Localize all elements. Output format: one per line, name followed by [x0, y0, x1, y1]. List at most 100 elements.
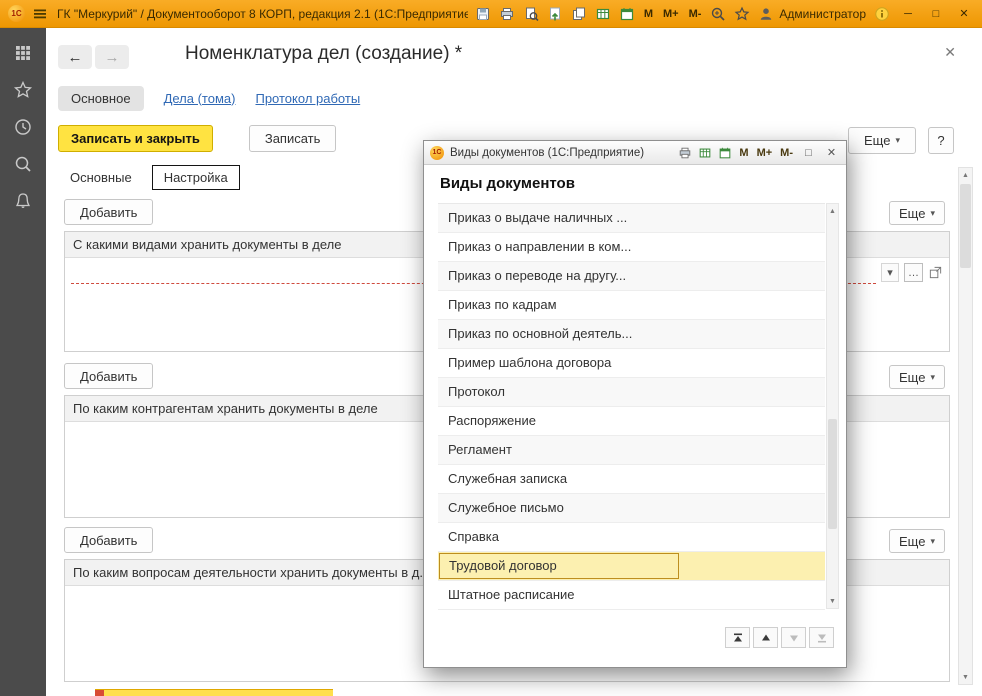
maximize-button[interactable]: □ — [926, 8, 946, 20]
more-button-section-3[interactable]: Еще ▾ — [889, 529, 945, 553]
minimize-button[interactable]: ─ — [898, 8, 918, 20]
scrollbar-thumb[interactable] — [960, 184, 971, 268]
main-menu-icon[interactable] — [32, 6, 48, 22]
list-item[interactable]: Служебное письмо — [438, 494, 825, 523]
list-item[interactable]: Приказ по основной деятель... — [438, 320, 825, 349]
memory-m-plus-button[interactable]: М+ — [756, 147, 774, 159]
list-item[interactable]: Приказ о выдаче наличных ... — [438, 204, 825, 233]
titlebar-tools: М М+ М- Администратор ─ □ ✕ — [475, 6, 974, 22]
list-item[interactable]: Регламент — [438, 436, 825, 465]
history-icon[interactable] — [13, 117, 33, 137]
help-button[interactable]: ? — [928, 127, 954, 154]
document-types-window: 1С Виды документов (1С:Предприятие) М М+… — [423, 140, 847, 668]
more-button-label: Еще — [899, 205, 926, 221]
back-button[interactable]: ← — [58, 45, 92, 69]
maximize-button[interactable]: □ — [800, 147, 817, 159]
memory-m-minus-button[interactable]: М- — [779, 147, 794, 159]
move-down-icon — [789, 635, 798, 641]
list-item[interactable]: Протокол — [438, 378, 825, 407]
memory-m-minus-button[interactable]: М- — [688, 8, 703, 20]
nav-tab-volumes[interactable]: Дела (тома) — [164, 91, 236, 106]
print-icon[interactable] — [678, 146, 692, 160]
list-item-label: Пример шаблона договора — [448, 355, 612, 370]
add-button-section-1[interactable]: Добавить — [64, 199, 154, 225]
chevron-down-icon: ▾ — [895, 135, 900, 145]
user-icon — [761, 7, 772, 20]
app-window: 1С ГК "Меркурий" / Документооборот 8 КОР… — [0, 0, 982, 696]
apps-grid-icon[interactable] — [13, 43, 33, 63]
nav-tab-protocol[interactable]: Протокол работы — [255, 91, 360, 106]
move-up-button[interactable] — [753, 627, 778, 648]
print-icon[interactable] — [499, 6, 515, 22]
scroll-down-icon[interactable]: ▼ — [827, 594, 838, 608]
calendar-icon[interactable] — [718, 146, 732, 160]
more-button-section-1[interactable]: Еще ▾ — [889, 201, 945, 225]
list-item[interactable]: Приказ по кадрам — [438, 291, 825, 320]
move-to-bottom-button[interactable] — [809, 627, 834, 648]
list-item-label: Приказ о выдаче наличных ... — [448, 210, 628, 225]
notifications-bell-icon[interactable] — [13, 191, 33, 211]
more-button-top[interactable]: Еще ▾ — [848, 127, 916, 154]
move-down-button[interactable] — [781, 627, 806, 648]
list-item[interactable]: Приказ о переводе на другу... — [438, 262, 825, 291]
list-item-label: Служебная записка — [448, 471, 568, 486]
list-item-label: Справка — [448, 529, 499, 544]
modal-titlebar[interactable]: 1С Виды документов (1С:Предприятие) М М+… — [424, 141, 846, 165]
scrollbar-thumb[interactable] — [828, 419, 837, 529]
tab-main[interactable]: Основные — [66, 165, 136, 190]
settings-tabs: Основные Настройка — [66, 165, 240, 190]
form-scrollbar[interactable]: ▲ ▼ — [958, 167, 973, 685]
form-close-icon[interactable]: ✕ — [944, 44, 956, 61]
save-icon[interactable] — [475, 6, 491, 22]
scroll-up-icon[interactable]: ▲ — [827, 204, 838, 218]
scroll-up-icon[interactable]: ▲ — [959, 168, 972, 182]
save-button[interactable]: Записать — [248, 125, 337, 152]
more-button-section-2[interactable]: Еще ▾ — [889, 365, 945, 389]
tab-settings[interactable]: Настройка — [151, 165, 240, 190]
list-item-label: Регламент — [448, 442, 512, 457]
favorites-star-icon[interactable] — [734, 6, 750, 22]
list-item-label: Приказ о направлении в ком... — [448, 239, 632, 254]
forward-button[interactable]: → — [95, 45, 129, 69]
list-item[interactable]: Штатное расписание — [438, 581, 825, 610]
save-and-close-button[interactable]: Записать и закрыть — [58, 125, 213, 152]
list-item[interactable]: Пример шаблона договора — [438, 349, 825, 378]
list-scrollbar[interactable]: ▲ ▼ — [826, 203, 839, 609]
move-up-icon — [761, 634, 770, 640]
background-window-edge-accent — [95, 690, 104, 696]
move-to-top-button[interactable] — [725, 627, 750, 648]
calendar-icon[interactable] — [619, 6, 635, 22]
add-button-section-2[interactable]: Добавить — [64, 363, 154, 389]
add-button-section-3[interactable]: Добавить — [64, 527, 154, 553]
choose-button[interactable]: … — [904, 263, 923, 282]
list-item[interactable]: Служебная записка — [438, 465, 825, 494]
table-icon[interactable] — [698, 146, 712, 160]
table-icon[interactable] — [595, 6, 611, 22]
list-item[interactable]: Справка — [438, 523, 825, 552]
list-item[interactable]: Приказ о направлении в ком... — [438, 233, 825, 262]
copy-icon[interactable] — [571, 6, 587, 22]
list-item[interactable]: Распоряжение — [438, 407, 825, 436]
list-item-label: Приказ по основной деятель... — [448, 326, 633, 341]
current-user[interactable]: Администратор — [758, 6, 866, 22]
dropdown-button[interactable]: ▾ — [881, 263, 899, 282]
preview-icon[interactable] — [523, 6, 539, 22]
more-button-label: Еще — [899, 533, 926, 549]
memory-m-button[interactable]: М — [643, 8, 654, 20]
search-icon[interactable] — [13, 154, 33, 174]
list-item-selected[interactable]: Трудовой договор — [438, 552, 825, 581]
memory-m-button[interactable]: М — [738, 147, 749, 159]
open-icon[interactable] — [928, 265, 943, 280]
memory-m-plus-button[interactable]: М+ — [662, 8, 680, 20]
scroll-down-icon[interactable]: ▼ — [959, 670, 972, 684]
close-button[interactable]: ✕ — [954, 7, 974, 20]
list-item-label: Приказ о переводе на другу... — [448, 268, 627, 283]
load-icon[interactable] — [547, 6, 563, 22]
favorites-icon[interactable] — [13, 80, 33, 100]
nav-tab-main[interactable]: Основное — [58, 85, 144, 111]
form-nav-tabs: Основное Дела (тома) Протокол работы — [58, 84, 360, 112]
more-button-label: Еще — [864, 133, 891, 148]
zoom-in-icon[interactable] — [710, 6, 726, 22]
info-icon[interactable] — [874, 6, 890, 22]
close-button[interactable]: ✕ — [823, 146, 840, 159]
